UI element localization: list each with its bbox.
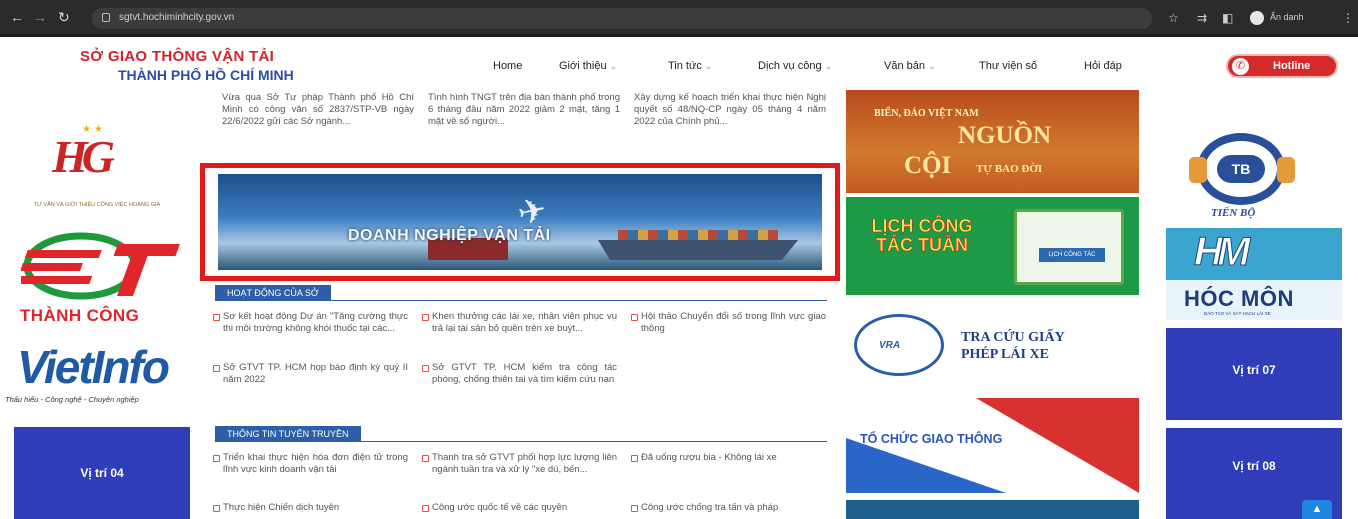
address-bar[interactable]: sgtvt.hochiminhcity.gov.vn xyxy=(92,8,1152,29)
next-banner-strip[interactable] xyxy=(846,500,1139,519)
site-logo-subtitle[interactable]: THÀNH PHỐ HỒ CHÍ MINH xyxy=(118,67,294,83)
list-item[interactable]: Thực hiện Chiến dịch tuyên xyxy=(213,502,408,514)
site-header: SỞ GIAO THÔNG VẬN TẢI THÀNH PHỐ HỒ CHÍ M… xyxy=(0,40,1358,90)
thanh-cong-logo xyxy=(21,232,180,300)
to-chuc-giao-thong-banner[interactable]: TỔ CHỨC GIAO THÔNG xyxy=(846,398,1139,493)
highlighted-banner-frame: ✈ DOANH NGHIỆP VẬN TẢI xyxy=(200,163,840,281)
blue-triangle-graphic xyxy=(846,438,1006,493)
top-news-item[interactable]: Vừa qua Sở Tư pháp Thành phố Hồ Chí Minh… xyxy=(222,92,414,128)
transport-business-banner[interactable]: ✈ DOANH NGHIỆP VẬN TẢI xyxy=(218,174,822,270)
thanh-cong-label: THÀNH CÔNG xyxy=(20,306,140,325)
browser-toolbar: ← → ↻ sgtvt.hochiminhcity.gov.vn ☆ ⇉ ◧ Ẩ… xyxy=(0,0,1358,37)
chevron-down-icon: ⌄ xyxy=(609,61,618,71)
bien-dao-banner[interactable]: BIỂN, ĐẢO VIỆT NAM NGUỒN CỘI TỰ BAO ĐỜI xyxy=(846,90,1139,193)
lich-cong-tac-banner[interactable]: LỊCH CÔNG TÁC TUẦN LỊCH CÔNG TÁC xyxy=(846,197,1139,295)
lock-icon[interactable] xyxy=(102,13,110,22)
section-heading-hoat-dong[interactable]: HOẠT ĐỘNG CỦA SỞ xyxy=(215,285,331,301)
lich-cong-tac-label: LỊCH CÔNG TÁC TUẦN xyxy=(871,216,973,255)
vietinfo-tagline: Thấu hiểu - Công nghệ - Chuyên nghiệp xyxy=(5,395,139,404)
chevron-down-icon: ⌄ xyxy=(704,61,713,71)
url-text: sgtvt.hochiminhcity.gov.vn xyxy=(119,12,235,23)
tien-bo-name: TIẾN BỘ xyxy=(1211,207,1256,219)
list-item[interactable]: Sở GTVT TP. HCM kiểm tra công tác phòng,… xyxy=(422,362,617,386)
list-item[interactable]: Khen thưởng các lái xe, nhân viên phục v… xyxy=(422,311,617,335)
menu-dots-icon[interactable]: ⋮ xyxy=(1342,12,1354,24)
tra-cuu-line2: PHÉP LÁI XE xyxy=(961,347,1049,362)
scroll-up-icon[interactable]: ▲ xyxy=(1302,500,1332,519)
list-item[interactable]: Công ước quốc tế về các quyền xyxy=(422,502,617,514)
hand-icon xyxy=(1189,157,1207,183)
reload-icon[interactable]: ↻ xyxy=(58,10,70,24)
hotline-button[interactable]: ✆ Hotline xyxy=(1226,54,1338,78)
hoc-mon-logo-bg xyxy=(1166,228,1342,280)
top-news-item[interactable]: Tình hình TNGT trên địa bàn thành phố tr… xyxy=(428,92,620,128)
bien-line1: BIỂN, ĐẢO VIỆT NAM xyxy=(874,108,979,119)
vietinfo-logo: VietInfo xyxy=(17,341,170,393)
chevron-down-icon: ⌄ xyxy=(824,61,833,71)
vra-logo: VRA xyxy=(854,314,944,376)
section-divider xyxy=(215,300,827,301)
calendar-icon: LỊCH CÔNG TÁC xyxy=(1014,209,1124,285)
menu-home[interactable]: Home xyxy=(493,60,522,72)
bien-line2: NGUỒN xyxy=(958,122,1052,149)
profile-label[interactable]: Ẩn danh xyxy=(1270,12,1304,22)
hand-icon xyxy=(1277,157,1295,183)
calendar-label: LỊCH CÔNG TÁC xyxy=(1039,248,1105,262)
hoc-mon-ad[interactable]: HM HÓC MÔN ĐÀO TẠO VÀ SÁT HẠCH LÁI XE xyxy=(1166,228,1342,320)
chevron-down-icon: ⌄ xyxy=(927,61,936,71)
back-icon[interactable]: ← xyxy=(10,10,24,24)
bien-line4: TỰ BAO ĐỜI xyxy=(976,163,1043,175)
list-item[interactable]: Sơ kết hoạt động Dự án "Tăng cường thực … xyxy=(213,311,408,335)
menu-gioi-thieu[interactable]: Giới thiệu ⌄ xyxy=(559,60,617,72)
list-item[interactable]: Sở GTVT TP. HCM họp báo định kỳ quý II n… xyxy=(213,362,408,386)
hoc-mon-label: HÓC MÔN xyxy=(1184,286,1294,311)
ship-graphic xyxy=(598,240,798,260)
ad-slot-07[interactable]: Vị trí 07 xyxy=(1166,328,1342,420)
site-logo-title[interactable]: SỞ GIAO THÔNG VẬN TẢI xyxy=(80,48,274,65)
tab-search-icon[interactable]: ⇉ xyxy=(1197,12,1207,24)
bien-line3: CỘI xyxy=(904,152,952,179)
phone-icon: ✆ xyxy=(1232,58,1249,75)
hoc-mon-logo: HM xyxy=(1193,230,1250,275)
tien-bo-mark: TB xyxy=(1217,155,1265,183)
list-item[interactable]: Đã uống rượu bia - Không lái xe xyxy=(631,452,826,464)
menu-thu-vien-so[interactable]: Thư viện số xyxy=(979,60,1037,72)
menu-hoi-dap[interactable]: Hỏi đáp xyxy=(1084,60,1122,72)
list-item[interactable]: Triển khai thực hiện hóa đơn điện tử tro… xyxy=(213,452,408,476)
menu-dich-vu-cong[interactable]: Dịch vụ công ⌄ xyxy=(758,60,832,72)
vra-logo-text: VRA xyxy=(879,340,901,351)
section-heading-thong-tin[interactable]: THÔNG TIN TUYÊN TRUYỀN xyxy=(215,426,361,442)
hoang-gia-logo: HG xyxy=(52,131,115,182)
menu-van-ban[interactable]: Văn bản ⌄ xyxy=(884,60,936,72)
hoang-gia-subtitle: TƯ VẤN VÀ GIỚI THIỆU CÔNG VIỆC HOÀNG GIA xyxy=(33,202,161,208)
banner-title: DOANH NGHIỆP VẬN TẢI xyxy=(348,227,551,244)
list-item[interactable]: Thanh tra sở GTVT phối hợp lực lượng liê… xyxy=(422,452,617,476)
list-item[interactable]: Công ước chống tra tấn và pháp xyxy=(631,502,826,514)
star-icon[interactable]: ☆ xyxy=(1168,12,1179,24)
forward-icon[interactable]: → xyxy=(33,10,47,24)
sidebar-icon[interactable]: ◧ xyxy=(1222,12,1233,24)
tra-cuu-gplx-banner[interactable]: VRA TRA CỨU GIẤY PHÉP LÁI XE xyxy=(846,310,1139,385)
list-item[interactable]: Hội thảo Chuyển đổi số trong lĩnh vực gi… xyxy=(631,311,826,335)
profile-icon[interactable] xyxy=(1250,11,1264,25)
top-news-item[interactable]: Xây dựng kế hoạch triển khai thực hiện N… xyxy=(634,92,826,128)
ad-slot-04[interactable]: Vị trí 04 xyxy=(14,427,190,519)
menu-tin-tuc[interactable]: Tin tức ⌄ xyxy=(668,60,712,72)
hoang-gia-ad[interactable]: ★★ HG TƯ VẤN VÀ GIỚI THIỆU CÔNG VIỆC HOÀ… xyxy=(22,124,197,219)
section-divider xyxy=(215,441,827,442)
hoc-mon-sub: ĐÀO TẠO VÀ SÁT HẠCH LÁI XE xyxy=(1204,311,1271,316)
hotline-label: Hotline xyxy=(1273,60,1311,72)
tien-bo-ad[interactable]: TB TIẾN BỘ xyxy=(1175,125,1310,225)
to-chuc-label: TỔ CHỨC GIAO THÔNG xyxy=(860,432,1003,446)
thanh-cong-ad[interactable]: THÀNH CÔNG xyxy=(15,226,190,326)
tra-cuu-line1: TRA CỨU GIẤY xyxy=(961,330,1065,345)
vietinfo-ad[interactable]: VietInfo Thấu hiểu - Công nghệ - Chuyên … xyxy=(5,340,195,415)
